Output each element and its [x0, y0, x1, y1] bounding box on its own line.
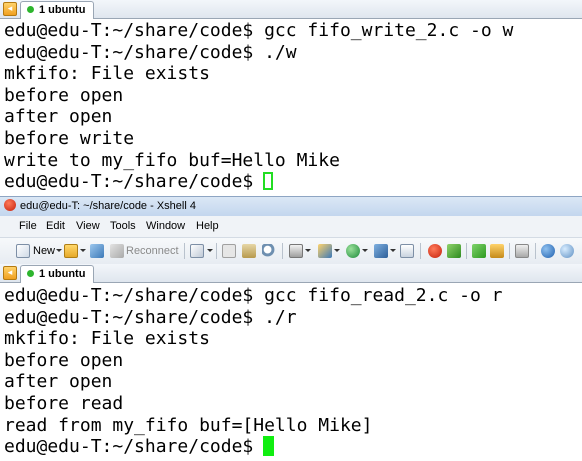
- xftp-icon[interactable]: [428, 244, 442, 258]
- globe-icon[interactable]: [346, 244, 360, 258]
- globe-dropdown-caret[interactable]: [362, 249, 368, 252]
- terminal-prompt-line: edu@edu-T:~/share/code$: [0, 436, 582, 458]
- terminal-line: edu@edu-T:~/share/code$ gcc fifo_read_2.…: [4, 285, 503, 306]
- font-icon[interactable]: [374, 244, 388, 258]
- toolbar-separator: [420, 243, 421, 259]
- keyboard-icon[interactable]: [515, 244, 529, 258]
- toolbar-separator: [509, 243, 510, 259]
- xshell-app-icon: [4, 199, 16, 211]
- terminal-line: after open: [4, 371, 113, 393]
- copy-icon[interactable]: [222, 244, 236, 258]
- toolbar-separator: [282, 243, 283, 259]
- tab-nav-icon[interactable]: ◂: [3, 266, 17, 280]
- terminal-cursor: [263, 436, 275, 457]
- terminal-line: before read: [4, 392, 124, 414]
- terminal-line: write to my_fifo buf=Hello Mike: [4, 149, 340, 171]
- menu-file[interactable]: File: [19, 220, 37, 232]
- menu-window[interactable]: Window: [146, 220, 185, 232]
- prompt-text: edu@edu-T:~/share/code$: [4, 171, 254, 193]
- print-icon[interactable]: [289, 244, 303, 258]
- terminal-line: edu@edu-T:~/share/code$ ./w: [4, 41, 297, 63]
- tab-label: 1 ubuntu: [39, 4, 86, 16]
- terminal-line: after open: [4, 106, 113, 128]
- transfer-dropdown-caret[interactable]: [334, 249, 340, 252]
- terminal-prompt-line: edu@edu-T:~/share/code$: [0, 171, 582, 193]
- terminal-line: edu@edu-T:~/share/code$ gcc fifo_write_2…: [4, 20, 514, 41]
- bottom-tab-bar: ◂ 1 ubuntu: [0, 264, 582, 283]
- terminal-line: mkfifo: File exists: [4, 328, 210, 350]
- tab-nav-icon[interactable]: ◂: [3, 2, 17, 16]
- properties-dropdown-caret[interactable]: [207, 249, 213, 252]
- bottom-terminal[interactable]: edu@edu-T:~/share/code$ gcc fifo_read_2.…: [0, 285, 582, 461]
- toolbar-separator: [466, 243, 467, 259]
- top-terminal[interactable]: edu@edu-T:~/share/code$ gcc fifo_write_2…: [0, 20, 582, 195]
- lock-icon[interactable]: [490, 244, 504, 258]
- chat-icon[interactable]: [560, 244, 574, 258]
- terminal-line: edu@edu-T:~/share/code$ ./r: [4, 306, 297, 328]
- window-title: edu@edu-T: ~/share/code - Xshell 4: [20, 200, 196, 212]
- transfer-icon[interactable]: [318, 244, 332, 258]
- tab-label: 1 ubuntu: [39, 268, 86, 280]
- menu-bar: File Edit View Tools Window Help: [0, 216, 582, 238]
- open-dropdown-caret[interactable]: [80, 249, 86, 252]
- open-folder-icon[interactable]: [64, 244, 78, 258]
- fullscreen-icon[interactable]: [400, 244, 414, 258]
- terminal-line: before write: [4, 127, 135, 149]
- prompt-text: edu@edu-T:~/share/code$: [4, 436, 254, 458]
- menu-view[interactable]: View: [76, 220, 100, 232]
- help-icon[interactable]: [541, 244, 555, 258]
- properties-icon[interactable]: [190, 244, 204, 258]
- paste-icon[interactable]: [242, 244, 256, 258]
- session-status-icon: [27, 6, 34, 13]
- menu-edit[interactable]: Edit: [46, 220, 65, 232]
- font-dropdown-caret[interactable]: [390, 249, 396, 252]
- print-dropdown-caret[interactable]: [305, 249, 311, 252]
- layout-icon[interactable]: [472, 244, 486, 258]
- link-icon[interactable]: [90, 244, 104, 258]
- toolbar-separator: [535, 243, 536, 259]
- terminal-line: before open: [4, 349, 124, 371]
- toolbar-separator: [216, 243, 217, 259]
- menu-tools[interactable]: Tools: [110, 220, 136, 232]
- xmanager-icon[interactable]: [447, 244, 461, 258]
- reconnect-button[interactable]: Reconnect: [126, 245, 179, 257]
- tab-ubuntu-bottom[interactable]: 1 ubuntu: [20, 265, 94, 283]
- terminal-line: before open: [4, 84, 124, 106]
- tab-ubuntu-top[interactable]: 1 ubuntu: [20, 1, 94, 19]
- xshell-titlebar[interactable]: edu@edu-T: ~/share/code - Xshell 4: [0, 196, 582, 216]
- terminal-cursor-inactive: [263, 172, 274, 191]
- new-button[interactable]: New: [33, 245, 55, 257]
- new-session-icon[interactable]: [16, 244, 30, 258]
- toolbar: New Reconnect: [0, 238, 582, 264]
- terminal-line: mkfifo: File exists: [4, 63, 210, 85]
- top-tab-bar: ◂ 1 ubuntu: [0, 0, 582, 19]
- toolbar-separator: [184, 243, 185, 259]
- find-icon[interactable]: [262, 244, 276, 258]
- new-dropdown-caret[interactable]: [56, 249, 62, 252]
- session-status-icon: [27, 270, 34, 277]
- terminal-line: read from my_fifo buf=[Hello Mike]: [4, 414, 373, 436]
- reconnect-icon[interactable]: [110, 244, 124, 258]
- menu-help[interactable]: Help: [196, 220, 219, 232]
